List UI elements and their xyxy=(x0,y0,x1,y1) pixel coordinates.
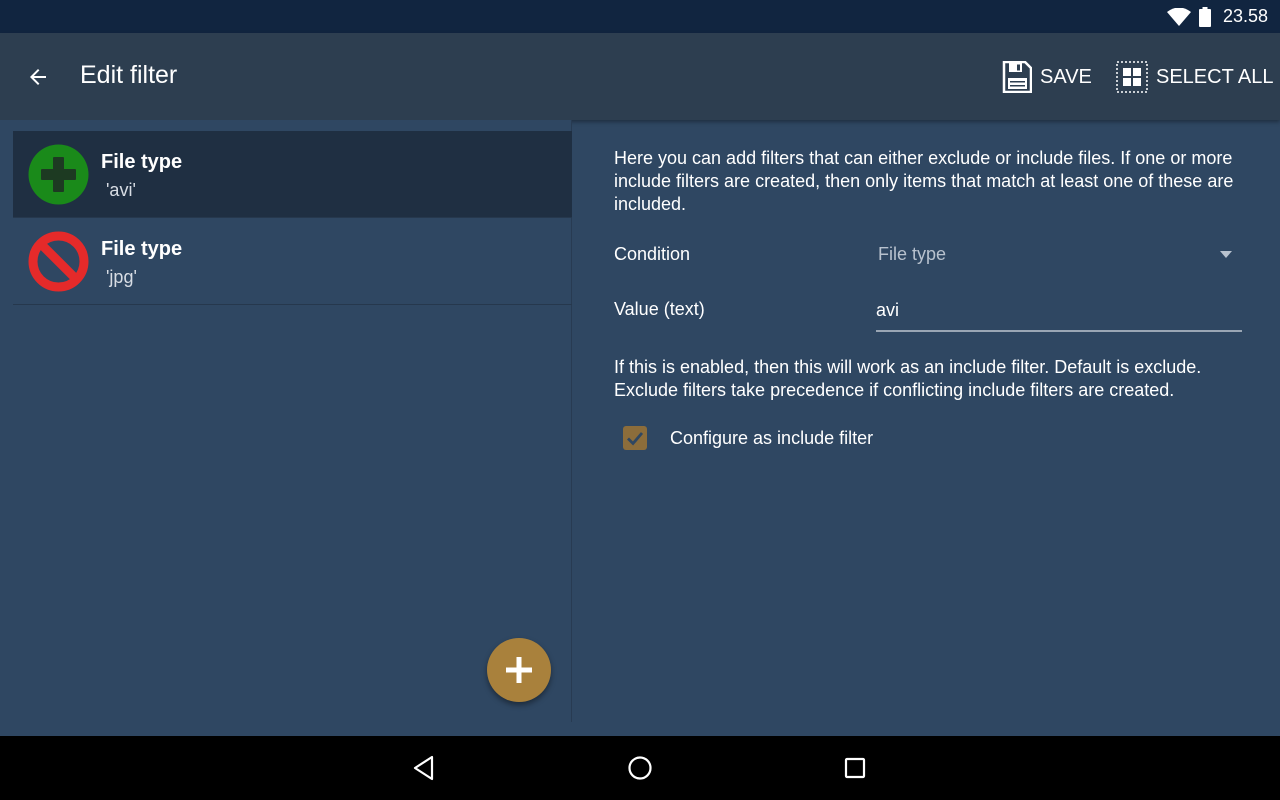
add-filter-button[interactable] xyxy=(487,638,551,702)
value-label: Value (text) xyxy=(614,299,705,319)
include-plus-icon xyxy=(28,144,89,205)
checkmark-icon xyxy=(627,432,644,446)
select-all-icon xyxy=(1116,61,1148,93)
app-toolbar: Edit filter SAVE SELECT ALL xyxy=(0,33,1280,120)
plus-icon xyxy=(506,657,532,683)
filter-item-name: File type xyxy=(101,238,183,260)
condition-selected-value: File type xyxy=(878,244,947,264)
value-text-input[interactable] xyxy=(876,290,1242,332)
condition-label: Condition xyxy=(614,244,691,264)
select-all-button[interactable]: SELECT ALL xyxy=(1116,55,1273,99)
condition-dropdown[interactable]: File type xyxy=(878,234,1242,274)
include-filter-checkbox[interactable] xyxy=(623,426,647,450)
filter-item-value: 'jpg' xyxy=(106,267,137,287)
filter-item-include[interactable]: File type 'avi' xyxy=(13,131,572,218)
select-all-label: SELECT ALL xyxy=(1156,65,1274,88)
system-nav-bar xyxy=(0,736,1280,800)
floppy-disk-icon xyxy=(1002,61,1032,93)
circle-home-icon xyxy=(628,756,652,780)
filter-detail: Here you can add filters that can either… xyxy=(573,120,1280,736)
filter-list: File type 'avi' File type 'jpg' xyxy=(0,120,572,722)
nav-home-button[interactable] xyxy=(618,746,662,790)
dropdown-arrow-icon xyxy=(1220,251,1232,258)
save-label: SAVE xyxy=(1040,65,1092,88)
save-button[interactable]: SAVE xyxy=(1002,55,1092,99)
nav-back-button[interactable] xyxy=(402,746,446,790)
filter-item-value: 'avi' xyxy=(106,180,136,200)
wifi-icon xyxy=(1166,7,1191,26)
battery-icon xyxy=(1198,6,1211,27)
filter-item-exclude[interactable]: File type 'jpg' xyxy=(13,218,572,305)
include-help-text: If this is enabled, then this will work … xyxy=(614,357,1202,400)
include-filter-label: Configure as include filter xyxy=(670,427,874,448)
exclude-prohibited-icon xyxy=(28,231,89,292)
include-filter-toggle[interactable]: Configure as include filter xyxy=(623,424,873,452)
arrow-left-icon xyxy=(30,69,46,85)
back-button[interactable] xyxy=(16,55,60,99)
clock: 23.58 xyxy=(1222,6,1268,26)
filter-item-name: File type xyxy=(101,151,183,173)
status-bar: 23.58 xyxy=(0,0,1280,33)
square-recents-icon xyxy=(844,757,866,779)
page-title: Edit filter xyxy=(80,61,178,89)
nav-recents-button[interactable] xyxy=(833,746,877,790)
triangle-back-icon xyxy=(413,755,434,781)
filter-description: Here you can add filters that can either… xyxy=(614,148,1234,214)
